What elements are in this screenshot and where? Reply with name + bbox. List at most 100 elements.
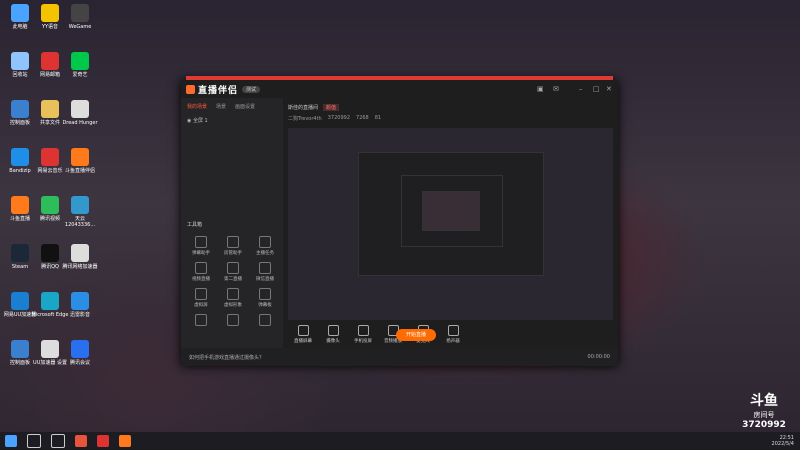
- recycle-bin-icon: [11, 52, 29, 70]
- desktop-icon[interactable]: 迅雷影音: [60, 292, 100, 318]
- app-title: 直播伴侣: [198, 85, 239, 96]
- tool-item[interactable]: 虚拟形象: [217, 288, 249, 308]
- douyu-watermark: 斗鱼 房间号 3720992: [742, 390, 786, 430]
- tool-label: 弹幕板: [258, 303, 272, 308]
- tool-item[interactable]: 弹幕助手: [185, 236, 217, 256]
- tool-item[interactable]: 虚拟屏: [185, 288, 217, 308]
- desktop-icon[interactable]: Dread Hunger: [60, 100, 100, 126]
- bottom-tool-icon: [357, 324, 369, 336]
- tab-settings[interactable]: 画面设置: [235, 103, 255, 110]
- file-icon: [71, 100, 89, 118]
- douyu-icon[interactable]: [119, 435, 131, 447]
- bottom-tool-icon: [297, 324, 309, 336]
- tab-my-scene[interactable]: 我的场景: [187, 103, 207, 110]
- desktop-icon-label: 爱奇艺: [72, 72, 88, 78]
- tool-item[interactable]: 视频直播: [185, 262, 217, 282]
- iqiyi-icon: [71, 52, 89, 70]
- desktop-icon[interactable]: 天云 12043336...: [60, 196, 100, 228]
- scene-item[interactable]: ◉ 全屏 1: [181, 115, 283, 126]
- bottom-toolbar: 直播屏幕 摄像头 手机投屏 音频播放 麦克风 扬声器: [288, 320, 613, 348]
- bottom-tool[interactable]: 手机投屏: [348, 324, 378, 344]
- gift-icon[interactable]: ▣: [537, 85, 544, 93]
- tool-item[interactable]: 弹幕板: [249, 288, 281, 308]
- steam-icon: [11, 244, 29, 262]
- maximize-icon[interactable]: □: [593, 85, 600, 93]
- bottom-tool-label: 摄像头: [326, 338, 340, 344]
- tool-item[interactable]: 主播任务: [249, 236, 281, 256]
- tool-icon: [227, 288, 239, 300]
- tool-label: 虚拟形象: [224, 303, 242, 308]
- tool-icon: [195, 262, 207, 274]
- tool-label: 弹幕助手: [192, 251, 210, 256]
- douyu-companion-icon: [71, 148, 89, 166]
- nested-preview-3: [422, 191, 480, 231]
- tool-label: 视频直播: [192, 277, 210, 282]
- desktop-icon-label: 斗鱼直播伴侣: [64, 168, 95, 174]
- control-panel-icon: [11, 340, 29, 358]
- desktop-icon[interactable]: 爱奇艺: [60, 52, 100, 78]
- tool-label: 第二直播: [224, 277, 242, 282]
- bottom-tool-label: 手机投屏: [354, 338, 372, 344]
- room-tag[interactable]: 颜值: [323, 104, 340, 111]
- stream-preview[interactable]: [288, 128, 613, 320]
- room-header: 斯佳的直播间 颜值 二狗Trevor4th 3720992 7268 81: [288, 100, 613, 128]
- version-badge[interactable]: 测试: [242, 85, 261, 93]
- bottom-tool-icon: [447, 324, 459, 336]
- mail-icon: [41, 52, 59, 70]
- bandizip-icon: [11, 148, 29, 166]
- video-icon: [41, 196, 59, 214]
- room-number: 3720992: [742, 420, 786, 430]
- clock[interactable]: 22:51 2022/5/4: [772, 435, 794, 447]
- bottom-tool[interactable]: 扬声器: [438, 324, 468, 344]
- search-icon[interactable]: [27, 434, 41, 448]
- tool-label: 房管助手: [224, 251, 242, 256]
- tool-item[interactable]: 微信直播: [249, 262, 281, 282]
- tool-icon: [227, 236, 239, 248]
- netease-icon[interactable]: [97, 435, 109, 447]
- bottom-tool-icon: [327, 324, 339, 336]
- tool-icon: [259, 236, 271, 248]
- wegame-icon: [71, 4, 89, 22]
- xunlei-icon: [71, 292, 89, 310]
- desktop-icon[interactable]: 腾讯网络加速器: [60, 244, 100, 270]
- tab-scene[interactable]: 场景: [216, 103, 226, 110]
- room-id: 3720992: [327, 115, 351, 121]
- bottom-tool[interactable]: 摄像头: [318, 324, 348, 344]
- task-view-icon[interactable]: [51, 434, 65, 448]
- eye-icon[interactable]: ◉: [187, 118, 191, 124]
- mail-icon[interactable]: ✉: [553, 85, 559, 93]
- tool-item[interactable]: [217, 314, 249, 328]
- desktop-icon[interactable]: WeGame: [60, 4, 100, 30]
- minimize-icon[interactable]: –: [579, 85, 583, 93]
- tool-icon: [259, 262, 271, 274]
- windows-icon[interactable]: [5, 435, 17, 447]
- tool-item[interactable]: 第二直播: [217, 262, 249, 282]
- folder-icon: [41, 100, 59, 118]
- tool-icon: [259, 314, 271, 326]
- scene-label: 全屏 1: [192, 118, 208, 124]
- scene-tabs: 我的场景 场景 画面设置: [181, 98, 283, 115]
- tool-icon: [259, 288, 271, 300]
- chrome-icon[interactable]: [75, 435, 87, 447]
- bottom-tool[interactable]: 直播屏幕: [288, 324, 318, 344]
- bottom-tool-label: 扬声器: [446, 338, 460, 344]
- tool-icon: [195, 288, 207, 300]
- tool-item[interactable]: 房管助手: [217, 236, 249, 256]
- taskbar: 22:51 2022/5/4: [0, 432, 800, 450]
- tool-icon: [195, 314, 207, 326]
- tool-icon: [227, 262, 239, 274]
- footer-hint[interactable]: 如何把手机游戏直播通过摄像头？: [189, 354, 264, 361]
- toolbox-title: 工具箱: [187, 222, 203, 228]
- room-title: 斯佳的直播间: [288, 105, 319, 111]
- tool-item[interactable]: [249, 314, 281, 328]
- meeting-icon: [71, 340, 89, 358]
- close-icon[interactable]: ✕: [606, 85, 612, 93]
- douyu-logo-icon: [186, 84, 195, 94]
- desktop-icon[interactable]: 斗鱼直播伴侣: [60, 148, 100, 174]
- start-live-button[interactable]: 开始直播: [396, 329, 436, 341]
- tool-item[interactable]: [185, 314, 217, 328]
- nested-preview-1: [358, 152, 544, 276]
- desktop-icon[interactable]: 腾讯会议: [60, 340, 100, 366]
- hot-count: 7268: [356, 115, 369, 121]
- tool-label: 主播任务: [256, 251, 274, 256]
